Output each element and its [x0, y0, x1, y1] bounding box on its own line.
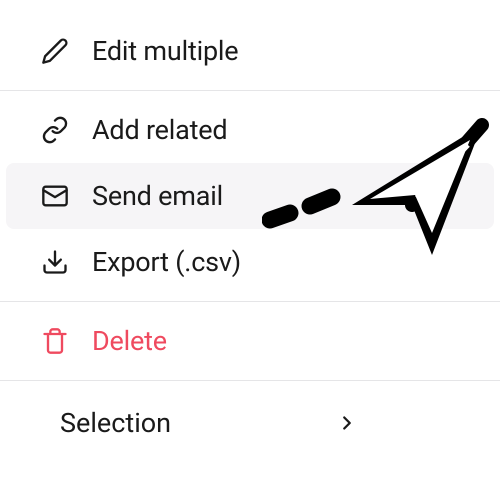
trash-icon	[38, 324, 72, 358]
download-icon	[38, 245, 72, 279]
envelope-icon	[38, 179, 72, 213]
send-email-label: Send email	[92, 180, 462, 212]
chevron-right-icon	[336, 412, 358, 434]
add-related-item[interactable]: Add related	[0, 97, 500, 163]
link-icon	[38, 113, 72, 147]
delete-label: Delete	[92, 325, 468, 357]
divider	[0, 301, 500, 302]
edit-multiple-label: Edit multiple	[92, 35, 468, 67]
export-csv-label: Export (.csv)	[92, 246, 468, 278]
divider	[0, 90, 500, 91]
selection-item[interactable]: Selection	[0, 387, 500, 459]
delete-item[interactable]: Delete	[0, 308, 500, 374]
send-email-item[interactable]: Send email	[6, 163, 494, 229]
add-related-label: Add related	[92, 114, 468, 146]
divider	[0, 380, 500, 381]
edit-multiple-item[interactable]: Edit multiple	[0, 18, 500, 84]
export-csv-item[interactable]: Export (.csv)	[0, 229, 500, 295]
selection-label: Selection	[60, 407, 336, 439]
pencil-icon	[38, 34, 72, 68]
context-menu: Edit multiple Add related Send email	[0, 0, 500, 459]
